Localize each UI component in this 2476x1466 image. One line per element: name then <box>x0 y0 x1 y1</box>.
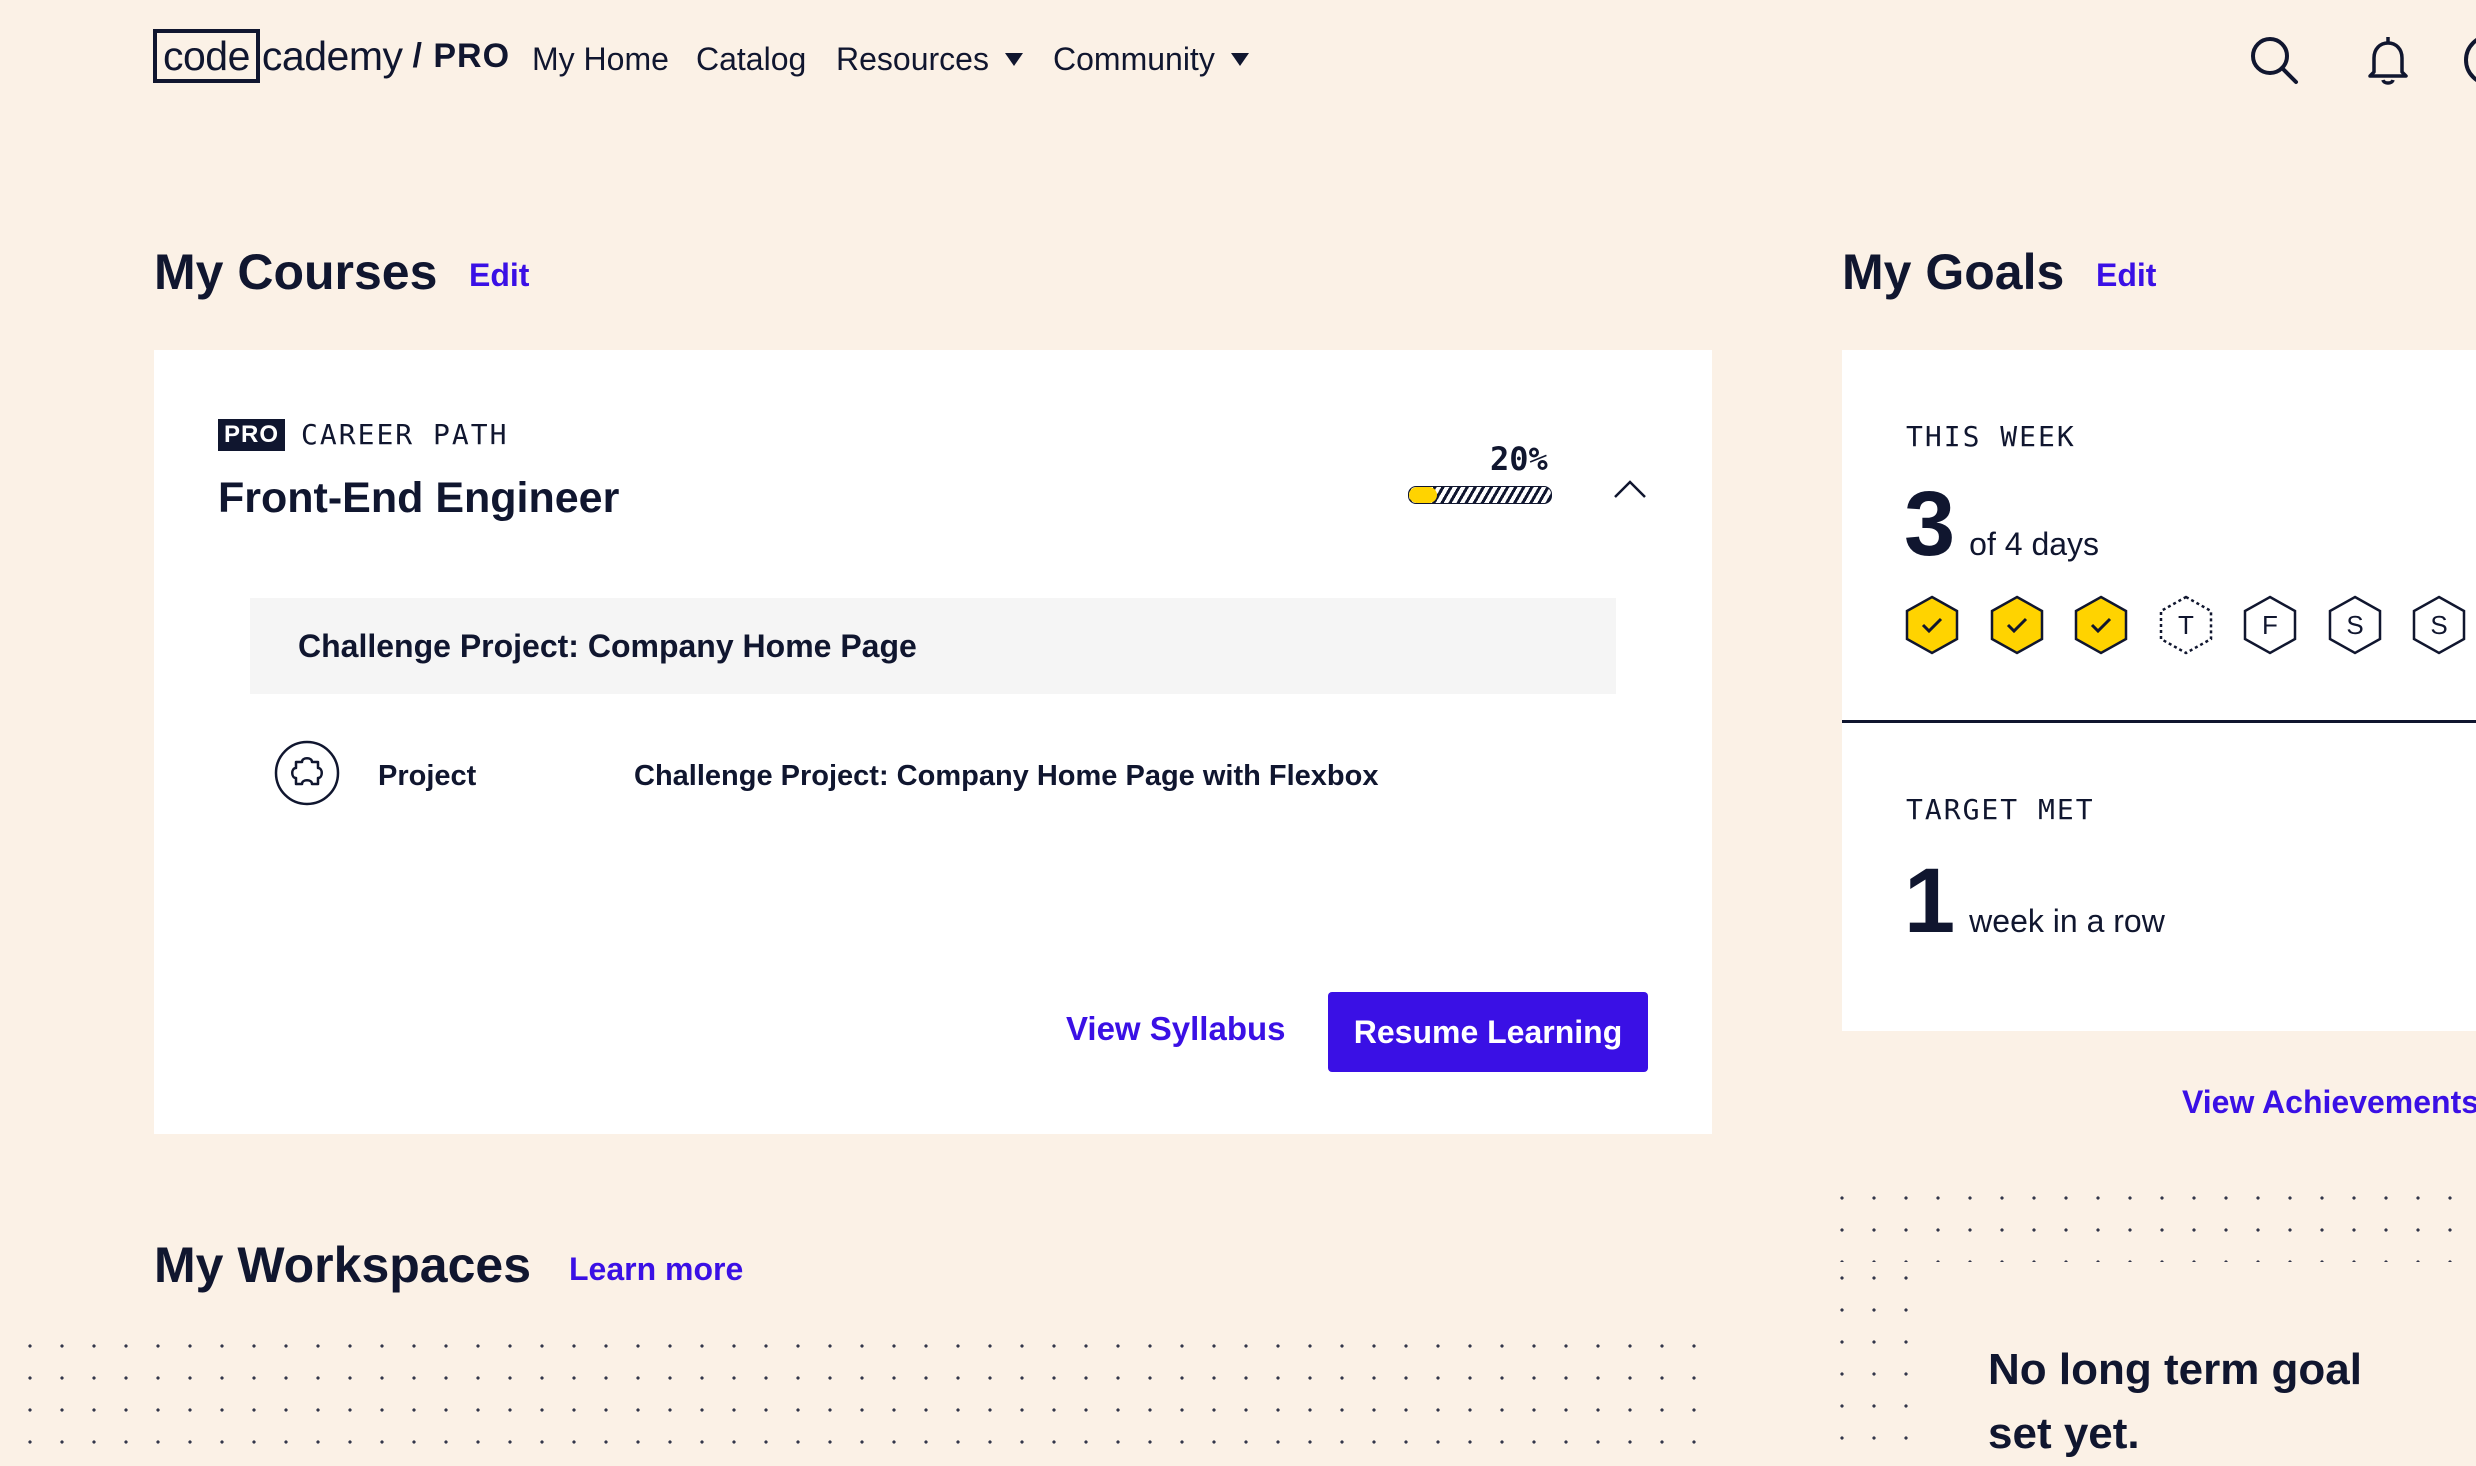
nav-label: My Home <box>532 40 669 77</box>
item-type: Project <box>378 760 477 792</box>
view-syllabus-link[interactable]: View Syllabus <box>1066 1010 1286 1048</box>
nav-label: Resources <box>836 40 989 77</box>
my-goals-title: My Goals <box>1842 244 2065 300</box>
view-achievements-link[interactable]: View Achievements <box>2182 1084 2476 1121</box>
nav-label: Community <box>1053 40 1215 77</box>
goals-dot-pattern-left <box>1826 1262 1922 1454</box>
my-courses-title: My Courses <box>154 244 438 300</box>
current-module-box[interactable]: Challenge Project: Company Home Page <box>250 598 1616 694</box>
this-week-card: THIS WEEK 3 of 4 days T F S S <box>1842 350 2476 720</box>
week-days-row: TFSS <box>1904 594 2476 660</box>
chevron-up-icon[interactable] <box>1612 478 1648 500</box>
dot-pattern <box>14 1330 1704 1454</box>
goals-edit-link[interactable]: Edit <box>2096 257 2156 294</box>
day-letter: S <box>2430 610 2447 640</box>
nav-community[interactable]: Community <box>1053 34 1249 84</box>
logo-code: code <box>153 29 260 83</box>
bell-icon[interactable] <box>2360 32 2416 88</box>
course-type-row: PRO CAREER PATH <box>218 418 508 451</box>
day-hexagon <box>1905 595 1959 655</box>
day-letter: F <box>2262 610 2278 640</box>
course-name[interactable]: Front-End Engineer <box>218 474 619 523</box>
progress-fill <box>1409 487 1438 503</box>
logo-cademy: cademy <box>261 32 403 79</box>
workspaces-learn-more-link[interactable]: Learn more <box>569 1251 743 1288</box>
caret-down-icon <box>1004 52 1023 66</box>
day-hexagon: T <box>2159 595 2212 655</box>
target-met-count: 1 <box>1904 850 1956 952</box>
pro-badge: PRO <box>218 418 286 451</box>
current-module-title: Challenge Project: Company Home Page <box>298 628 917 664</box>
day-hexagon: S <box>2328 595 2381 655</box>
long-term-goal-text: No long term goal set yet. <box>1988 1345 2362 1458</box>
item-title[interactable]: Challenge Project: Company Home Page wit… <box>634 760 1378 793</box>
target-met-card: TARGET MET 1 week in a row <box>1842 723 2476 1031</box>
course-card: PRO CAREER PATH Front-End Engineer 20% C… <box>154 350 1712 1134</box>
nav-resources[interactable]: Resources <box>836 34 1023 84</box>
goals-dot-pattern-top <box>1826 1182 2476 1262</box>
this-week-label: THIS WEEK <box>1906 420 2076 453</box>
course-type-label: CAREER PATH <box>301 418 509 451</box>
caret-down-icon <box>1230 52 1249 66</box>
this-week-count: 3 <box>1904 473 1956 575</box>
logo-pro: / PRO <box>412 36 511 75</box>
resume-learning-button[interactable]: Resume Learning <box>1328 992 1648 1072</box>
day-letter: T <box>2178 610 2194 640</box>
target-met-count-row: 1 week in a row <box>1904 855 2165 947</box>
nav-my-home[interactable]: My Home <box>532 34 669 84</box>
day-hexagon: S <box>2412 595 2466 655</box>
this-week-count-row: 3 of 4 days <box>1904 478 2099 570</box>
courses-edit-link[interactable]: Edit <box>469 257 529 294</box>
this-week-suffix: of 4 days <box>1969 526 2100 562</box>
progress-bar <box>1408 486 1552 504</box>
puzzle-icon <box>274 740 340 806</box>
target-met-label: TARGET MET <box>1906 793 2095 826</box>
day-hexagon: F <box>2243 595 2297 655</box>
nav-label: Catalog <box>696 40 807 77</box>
day-letter: S <box>2346 610 2363 640</box>
avatar[interactable] <box>2462 32 2476 88</box>
codecademy-logo[interactable]: code cademy / PRO <box>153 28 510 84</box>
target-met-suffix: week in a row <box>1969 903 2165 939</box>
my-workspaces-title: My Workspaces <box>154 1237 532 1293</box>
search-icon[interactable] <box>2246 32 2302 88</box>
nav-catalog[interactable]: Catalog <box>696 34 806 84</box>
day-hexagon <box>1990 595 2043 655</box>
day-hexagon <box>2074 595 2128 655</box>
progress-percent: 20% <box>1490 440 1548 478</box>
